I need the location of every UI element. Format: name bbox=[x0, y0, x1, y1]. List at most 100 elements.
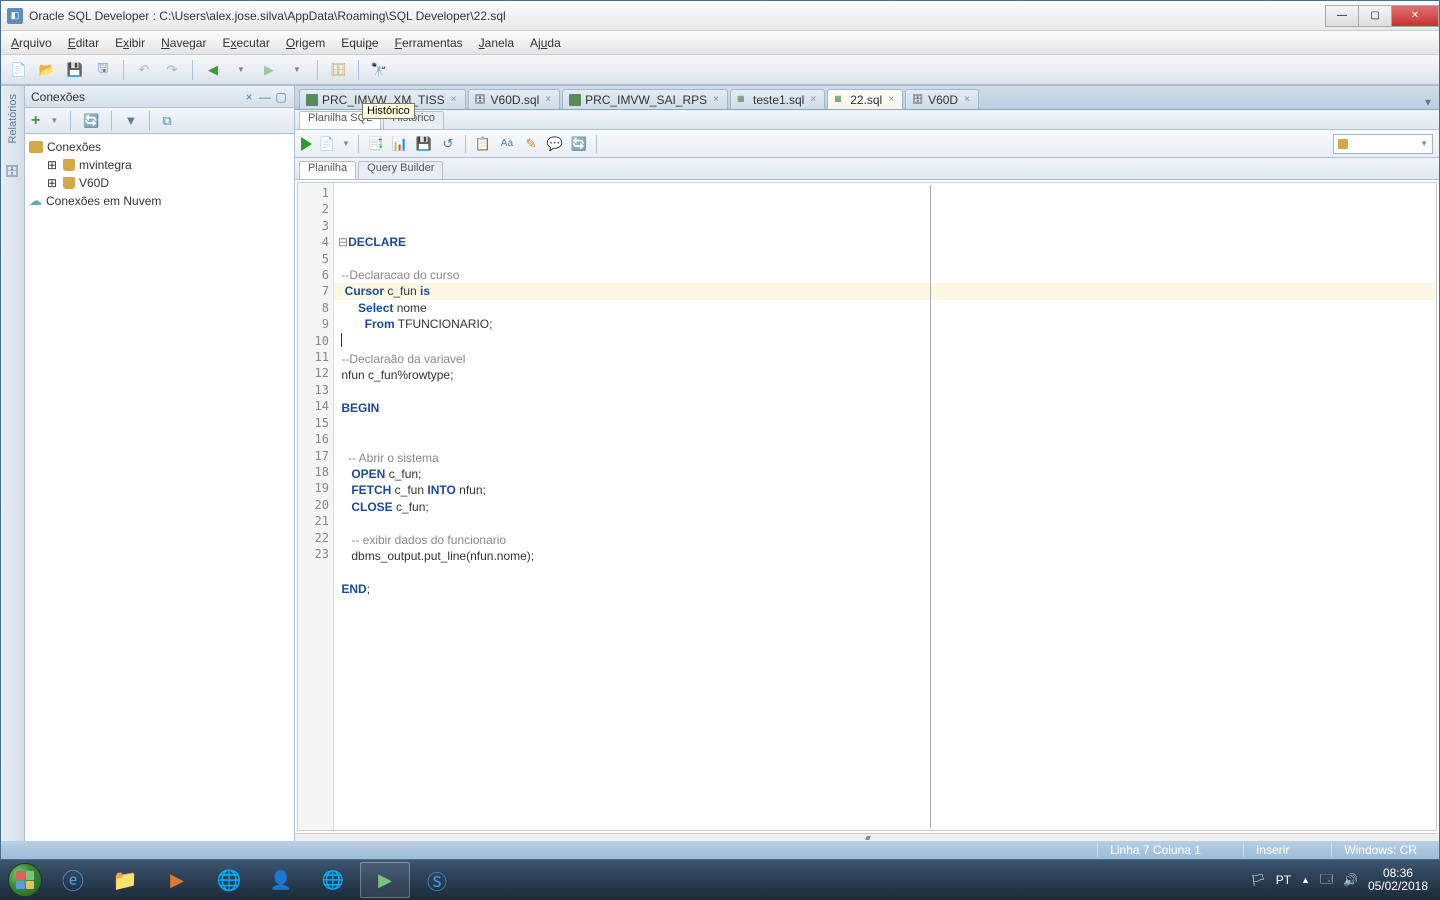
tab-close-icon[interactable]: × bbox=[888, 94, 894, 105]
undo-icon[interactable]: ↶ bbox=[134, 60, 154, 80]
menu-ferramentas[interactable]: Ferramentas bbox=[395, 36, 463, 50]
sql-file-icon bbox=[569, 94, 581, 106]
filter-icon[interactable]: ▼ bbox=[124, 113, 137, 128]
menubar: AArquivorquivo Editar Exibir Navegar Exe… bbox=[1, 31, 1439, 55]
refresh-icon[interactable]: 🔄 bbox=[570, 136, 588, 152]
rollback-icon[interactable]: ↺ bbox=[439, 136, 457, 152]
tray-volume-icon[interactable]: 🔊 bbox=[1343, 873, 1358, 887]
back-icon[interactable]: ◀ bbox=[203, 60, 223, 80]
close-button[interactable]: ✕ bbox=[1391, 5, 1439, 27]
cloud-icon: ☁ bbox=[29, 193, 42, 209]
sql-icon[interactable]: 🗄 bbox=[328, 60, 348, 80]
tab-close-icon[interactable]: × bbox=[545, 94, 551, 105]
editor-toolbar: 📄 ▼ 📑 📊 💾 ↺ 📋 Aa ✎ 💬 🔄 ▼ bbox=[295, 130, 1439, 158]
menu-origem[interactable]: Origem bbox=[286, 36, 325, 50]
tray-lang[interactable]: PT bbox=[1276, 873, 1291, 887]
task-chrome-icon[interactable]: 🌐 bbox=[204, 862, 254, 898]
tab-close-icon[interactable]: × bbox=[810, 94, 816, 105]
minimize-button[interactable]: — bbox=[1325, 5, 1359, 27]
tray-flag-icon[interactable]: 🏳 bbox=[1250, 873, 1265, 887]
connection-tree[interactable]: Conexões ⊞mvintegra ⊞V60D ☁Conexões em N… bbox=[25, 134, 294, 841]
task-ie-icon[interactable]: ⓔ bbox=[48, 862, 98, 898]
file-tab[interactable]: 🗄V60D× bbox=[905, 89, 979, 109]
redo-icon[interactable]: ↷ bbox=[162, 60, 182, 80]
clear-icon[interactable]: ✎ bbox=[522, 136, 540, 152]
db-file-icon: 🗄 bbox=[475, 94, 487, 106]
task-explorer-icon[interactable]: 📁 bbox=[100, 862, 150, 898]
rail-tab-relatorios[interactable]: Relatórios bbox=[7, 94, 19, 144]
forward-icon[interactable]: ▶ bbox=[259, 60, 279, 80]
autotrace-icon[interactable]: 📊 bbox=[391, 136, 409, 152]
menu-editar[interactable]: Editar bbox=[68, 36, 99, 50]
editor-subtabs: Planilha SQL Histórico bbox=[295, 110, 1439, 130]
explain-icon[interactable]: 📑 bbox=[367, 136, 385, 152]
menu-ajuda[interactable]: Ajuda bbox=[530, 36, 561, 50]
db-icon bbox=[63, 177, 75, 189]
commit-icon[interactable]: 💾 bbox=[415, 136, 433, 152]
connections-panel: Conexões × — ▢ + ▼ 🔄 ▼ ⧉ Conexões ⊞mvint… bbox=[25, 86, 295, 841]
tree-node[interactable]: ⊞V60D bbox=[25, 174, 294, 192]
tab-close-icon[interactable]: × bbox=[451, 94, 457, 105]
sql-file-icon: ▦ bbox=[834, 94, 846, 106]
task-app2-icon[interactable]: 🌐 bbox=[308, 862, 358, 898]
binoculars-icon[interactable]: 🔭 bbox=[369, 60, 389, 80]
tree-icon[interactable]: ⧉ bbox=[162, 113, 171, 129]
taskbar[interactable]: ⓔ 📁 ▶ 🌐 👤 🌐 ▶ Ⓢ 🏳 PT ▲ 🗔 🔊 08:3605/02/20… bbox=[0, 860, 1440, 900]
menu-navegar[interactable]: Navegar bbox=[161, 36, 206, 50]
menu-janela[interactable]: Janela bbox=[479, 36, 514, 50]
saveall-icon[interactable]: 🖫 bbox=[93, 60, 113, 80]
tray-up-icon[interactable]: ▲ bbox=[1301, 875, 1310, 885]
status-encoding: Windows: CR bbox=[1331, 843, 1429, 857]
back-drop-icon[interactable]: ▼ bbox=[231, 60, 251, 80]
menu-arquivo[interactable]: AArquivorquivo bbox=[11, 36, 52, 50]
titlebar[interactable]: ◧ Oracle SQL Developer : C:\Users\alex.j… bbox=[1, 1, 1439, 31]
tray-clock[interactable]: 08:3605/02/2018 bbox=[1368, 867, 1428, 893]
comment-icon[interactable]: 💬 bbox=[546, 136, 564, 152]
menu-exibir[interactable]: Exibir bbox=[115, 36, 145, 50]
wstab-querybuilder[interactable]: Query Builder bbox=[358, 161, 443, 179]
file-tab[interactable]: ▦teste1.sql× bbox=[730, 89, 825, 109]
statusbar: Linha 7 Coluna 1 Inserir Windows: CR bbox=[1, 841, 1439, 859]
refresh-conn-icon[interactable]: 🔄 bbox=[83, 113, 99, 129]
panel-title: Conexões bbox=[31, 90, 85, 104]
panel-minimize-icon[interactable]: — bbox=[258, 90, 272, 104]
tree-cloud[interactable]: ☁Conexões em Nuvem bbox=[25, 192, 294, 210]
panel-close-icon[interactable]: × bbox=[242, 90, 256, 104]
code-editor[interactable]: 1234567891011121314151617181920212223 ⊟D… bbox=[297, 182, 1437, 831]
fwd-drop-icon[interactable]: ▼ bbox=[287, 60, 307, 80]
main-toolbar: 📄 📂 💾 🖫 ↶ ↷ ◀ ▼ ▶ ▼ 🗄 🔭 bbox=[1, 55, 1439, 85]
connection-dropdown[interactable]: ▼ bbox=[1333, 134, 1433, 154]
file-tab-active[interactable]: ▦22.sql× bbox=[827, 89, 903, 109]
tab-close-icon[interactable]: × bbox=[964, 94, 970, 105]
file-tab[interactable]: 🗄V60D.sql× bbox=[468, 89, 561, 109]
file-tab[interactable]: PRC_IMVW_SAI_RPS× bbox=[562, 89, 728, 109]
code-content[interactable]: ⊟DECLARE --Declaracao do curso Cursor c_… bbox=[334, 183, 1436, 830]
menu-executar[interactable]: Executar bbox=[222, 36, 269, 50]
unshared-icon[interactable]: 📋 bbox=[474, 136, 492, 152]
open-icon[interactable]: 📂 bbox=[37, 60, 57, 80]
system-tray[interactable]: 🏳 PT ▲ 🗔 🔊 08:3605/02/2018 bbox=[1250, 867, 1438, 893]
task-app-icon[interactable]: 👤 bbox=[256, 862, 306, 898]
rail-db-icon[interactable]: 🗄 bbox=[5, 164, 21, 178]
new-icon[interactable]: 📄 bbox=[9, 60, 29, 80]
run-script-icon[interactable]: 📄 bbox=[318, 136, 336, 152]
case-icon[interactable]: Aa bbox=[498, 138, 516, 149]
maximize-button[interactable]: ▢ bbox=[1358, 5, 1392, 27]
panel-detach-icon[interactable]: ▢ bbox=[274, 90, 288, 104]
save-icon[interactable]: 💾 bbox=[65, 60, 85, 80]
tree-node[interactable]: ⊞mvintegra bbox=[25, 156, 294, 174]
tray-network-icon[interactable]: 🗔 bbox=[1320, 870, 1333, 891]
task-media-icon[interactable]: ▶ bbox=[152, 862, 202, 898]
menu-equipe[interactable]: Equipe bbox=[341, 36, 378, 50]
add-connection-icon[interactable]: + bbox=[31, 112, 40, 130]
task-sqldev-icon[interactable]: ▶ bbox=[360, 862, 410, 898]
app-window: ◧ Oracle SQL Developer : C:\Users\alex.j… bbox=[0, 0, 1440, 860]
task-skype-icon[interactable]: Ⓢ bbox=[412, 862, 462, 898]
tabs-dropdown-icon[interactable]: ▾ bbox=[1421, 95, 1435, 109]
tab-close-icon[interactable]: × bbox=[713, 94, 719, 105]
tree-root[interactable]: Conexões bbox=[25, 138, 294, 156]
run-icon[interactable] bbox=[301, 137, 312, 151]
wstab-planilha[interactable]: Planilha bbox=[299, 161, 356, 179]
start-button[interactable] bbox=[2, 862, 48, 898]
results-drag-handle[interactable]: ▴▾ bbox=[295, 833, 1439, 841]
